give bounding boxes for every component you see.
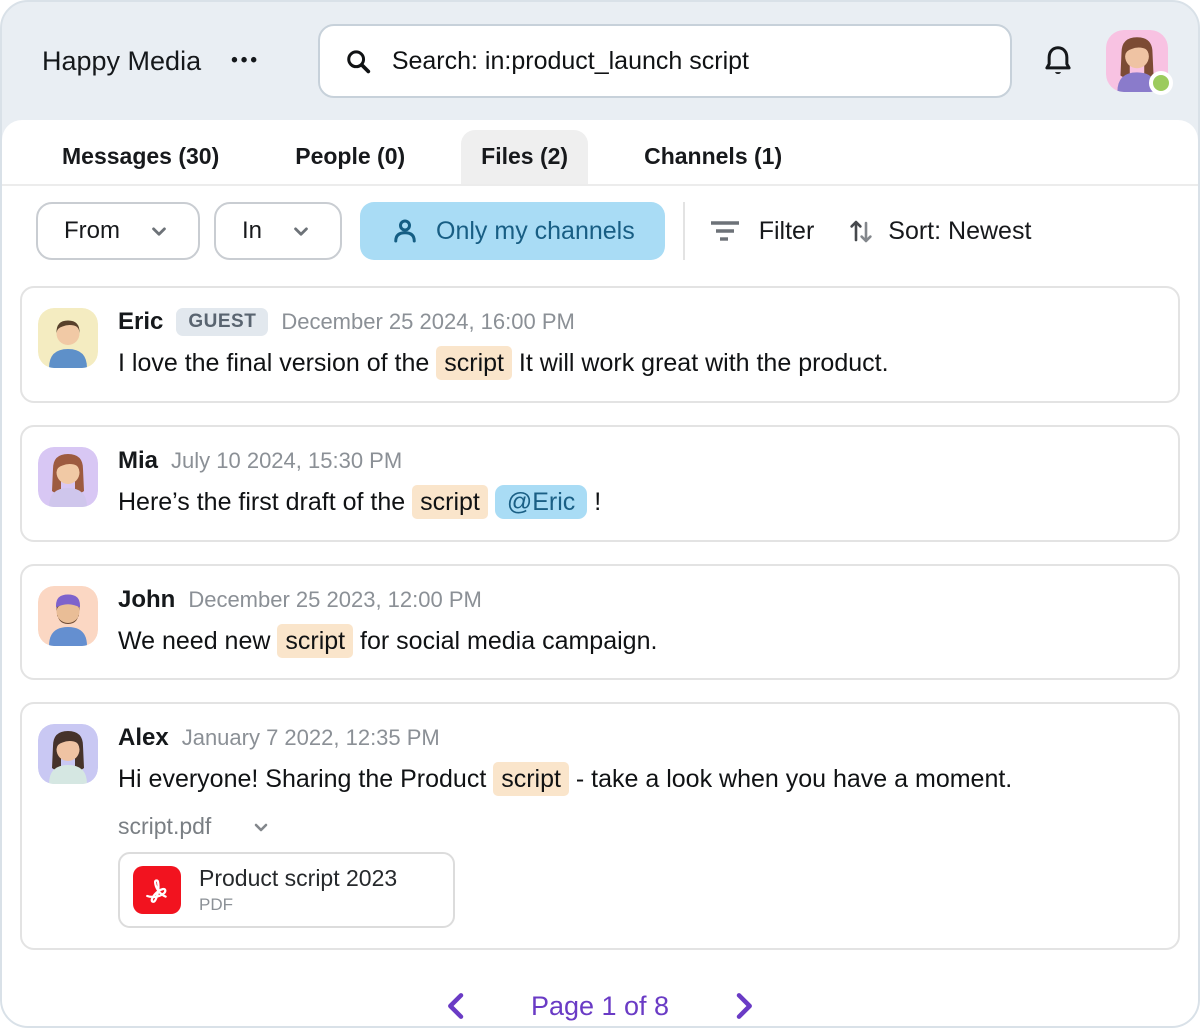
message-text: We need new script for social media camp…: [118, 625, 1162, 659]
sender-name: Mia: [118, 447, 158, 475]
message-text-segment: I love the final version of the: [118, 349, 436, 377]
search-term-highlight: script: [436, 346, 512, 380]
sender-name: John: [118, 586, 175, 614]
message-timestamp: December 25 2024, 16:00 PM: [281, 309, 575, 335]
message-result-card[interactable]: John December 25 2023, 12:00 PM We need …: [20, 564, 1180, 681]
sort-button[interactable]: Sort: Newest: [848, 216, 1031, 246]
message-meta: Mia July 10 2024, 15:30 PM: [118, 447, 1162, 475]
from-filter-label: From: [64, 217, 120, 245]
message-result-card[interactable]: Alex January 7 2022, 12:35 PM Hi everyon…: [20, 702, 1180, 950]
pdf-icon: [133, 866, 181, 914]
sort-label: Sort: Newest: [888, 217, 1031, 246]
message-text: Hi everyone! Sharing the Product script …: [118, 763, 1162, 797]
message-text-segment: - take a look when you have a moment.: [569, 765, 1012, 793]
file-attachment-card[interactable]: Product script 2023 PDF: [118, 852, 455, 928]
message-timestamp: July 10 2024, 15:30 PM: [171, 448, 402, 474]
only-my-channels-toggle[interactable]: Only my channels: [360, 202, 665, 260]
next-page-button[interactable]: [727, 990, 759, 1022]
message-result-card[interactable]: Mia July 10 2024, 15:30 PM Here’s the fi…: [20, 425, 1180, 542]
message-content: Eric GUEST December 25 2024, 16:00 PM I …: [118, 308, 1162, 381]
message-content: Alex January 7 2022, 12:35 PM Hi everyon…: [118, 724, 1162, 928]
in-filter-label: In: [242, 217, 262, 245]
file-title: Product script 2023: [199, 865, 397, 892]
message-text: Here’s the first draft of the script @Er…: [118, 486, 1162, 520]
page-indicator: Page 1 of 8: [531, 991, 669, 1022]
chevron-right-icon: [727, 990, 759, 1022]
results-list: Eric GUEST December 25 2024, 16:00 PM I …: [2, 276, 1198, 972]
sender-avatar: [38, 308, 98, 368]
result-tabs: Messages (30) People (0) Files (2) Channels…: [2, 120, 1198, 186]
message-text-segment: Here’s the first draft of the: [118, 488, 412, 516]
message-text-segment: [488, 488, 495, 516]
sender-avatar: [38, 724, 98, 784]
message-text-segment: !: [587, 488, 601, 516]
message-text-segment: It will work great with the product.: [512, 349, 889, 377]
only-my-channels-label: Only my channels: [436, 217, 635, 246]
tab-channels[interactable]: Channels (1): [624, 130, 802, 184]
message-result-card[interactable]: Eric GUEST December 25 2024, 16:00 PM I …: [20, 286, 1180, 403]
search-results-panel: Messages (30) People (0) Files (2) Channels…: [2, 120, 1198, 1028]
notifications-button[interactable]: [1040, 43, 1076, 79]
app-window: Happy Media ••• Messages (30)People (0)F…: [0, 0, 1200, 1028]
message-meta: Alex January 7 2022, 12:35 PM: [118, 724, 1162, 752]
filter-label: Filter: [759, 217, 815, 246]
toolbar-divider: [683, 202, 685, 260]
top-bar: Happy Media •••: [2, 2, 1198, 120]
message-text: I love the final version of the script I…: [118, 347, 1162, 381]
sender-name: Alex: [118, 724, 169, 752]
search-term-highlight: script: [412, 485, 488, 519]
previous-page-button[interactable]: [441, 990, 473, 1022]
search-bar[interactable]: [318, 24, 1012, 98]
message-content: Mia July 10 2024, 15:30 PM Here’s the fi…: [118, 447, 1162, 520]
chevron-left-icon: [441, 990, 473, 1022]
message-content: John December 25 2023, 12:00 PM We need …: [118, 586, 1162, 659]
message-timestamp: January 7 2022, 12:35 PM: [182, 725, 440, 751]
attachment-filename: script.pdf: [118, 813, 211, 840]
message-text-segment: Hi everyone! Sharing the Product: [118, 765, 493, 793]
message-meta: John December 25 2023, 12:00 PM: [118, 586, 1162, 614]
tab-files[interactable]: Files (2): [461, 130, 588, 184]
chevron-down-icon: [146, 218, 172, 244]
tab-people[interactable]: People (0): [275, 130, 425, 184]
filter-icon: [709, 218, 741, 244]
workspace-name: Happy Media: [42, 46, 201, 77]
guest-badge: GUEST: [176, 308, 268, 336]
sender-avatar: [38, 586, 98, 646]
message-text-segment: We need new: [118, 627, 277, 655]
search-icon: [344, 46, 372, 76]
attachment-toggle[interactable]: script.pdf: [118, 813, 1162, 840]
search-term-highlight: script: [277, 624, 353, 658]
search-input[interactable]: [392, 47, 986, 76]
workspace-menu-button[interactable]: •••: [231, 50, 260, 72]
tab-messages[interactable]: Messages (30): [42, 130, 239, 184]
search-term-highlight: script: [493, 762, 569, 796]
message-timestamp: December 25 2023, 12:00 PM: [188, 587, 482, 613]
user-avatar-button[interactable]: [1106, 30, 1168, 92]
person-icon: [390, 216, 420, 246]
from-filter-dropdown[interactable]: From: [36, 202, 200, 260]
chevron-down-icon: [249, 815, 273, 839]
sender-name: Eric: [118, 308, 163, 336]
filter-toolbar: From In Only my channels: [2, 186, 1198, 276]
chevron-down-icon: [288, 218, 314, 244]
message-text-segment: for social media campaign.: [353, 627, 657, 655]
message-meta: Eric GUEST December 25 2024, 16:00 PM: [118, 308, 1162, 336]
pagination: Page 1 of 8: [2, 972, 1198, 1028]
sender-avatar: [38, 447, 98, 507]
bell-icon: [1040, 43, 1076, 79]
file-type-label: PDF: [199, 895, 397, 915]
filter-button[interactable]: Filter: [709, 217, 815, 246]
online-status-dot: [1149, 71, 1173, 95]
user-mention[interactable]: @Eric: [495, 485, 587, 519]
sort-icon: [848, 216, 874, 246]
in-filter-dropdown[interactable]: In: [214, 202, 342, 260]
